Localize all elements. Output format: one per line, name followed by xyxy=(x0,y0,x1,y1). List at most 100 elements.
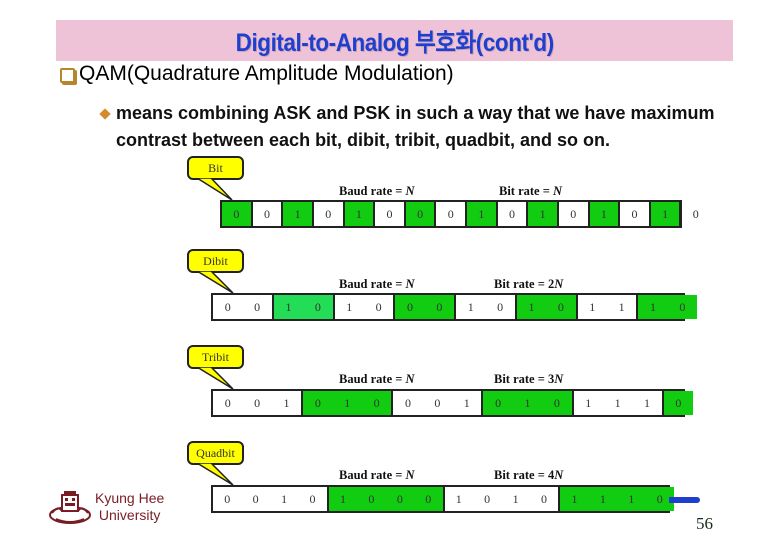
bit-cell: 1 xyxy=(283,395,290,410)
signal-element: 10 xyxy=(273,295,335,319)
bit-rate-text: Bit rate = 4 xyxy=(494,468,555,482)
diamond-bullet-icon xyxy=(99,108,111,120)
signal-element: 1 xyxy=(344,202,376,226)
university-logo-icon xyxy=(49,491,91,524)
bit-cell: 1 xyxy=(628,491,635,506)
callout-pointer xyxy=(195,367,234,390)
baud-rate-variable: N xyxy=(405,372,415,386)
signal-element: 0 xyxy=(405,202,437,226)
signal-element: 0 xyxy=(222,202,253,226)
baud-rate-variable: N xyxy=(405,468,415,482)
signal-element: 0 xyxy=(375,202,406,226)
signal-element: 10 xyxy=(335,295,396,319)
signal-element: 0 xyxy=(663,391,693,415)
bit-cell: 1 xyxy=(662,206,669,221)
bit-cell: 1 xyxy=(649,299,656,314)
baud-rate-variable: N xyxy=(405,277,415,291)
callout-pointer xyxy=(195,178,233,201)
bullet-text: means combining ASK and PSK in such a wa… xyxy=(116,103,715,150)
bit-cell: 0 xyxy=(484,491,491,506)
bit-cell: 0 xyxy=(404,395,411,410)
bit-rate-variable: N xyxy=(554,468,564,482)
callout-quadbit: Quadbit xyxy=(187,441,244,465)
signal-element: 1 1 1 xyxy=(574,391,664,415)
bit-cell: 0 xyxy=(436,299,443,314)
bit-cell: 0 xyxy=(557,299,564,314)
bit-rate-text: Bit rate = 2 xyxy=(494,277,555,291)
callout-tribit: Tribit xyxy=(187,345,244,369)
bit-cell: 1 xyxy=(643,395,650,410)
signal-element: 10 xyxy=(638,295,697,319)
bit-cell: 0 xyxy=(508,206,515,221)
signal-element: 0 0 1 0 xyxy=(213,487,329,511)
bit-cell: 0 xyxy=(224,299,231,314)
bit-cell: 1 xyxy=(281,491,288,506)
bit-cell: 1 xyxy=(512,491,519,506)
baud-rate-label: Baud rate = N xyxy=(339,277,415,292)
bit-cell: 0 xyxy=(252,491,259,506)
bit-cell: 0 xyxy=(631,206,638,221)
baud-rate-label: Baud rate = N xyxy=(339,372,415,387)
bit-rate-text: Bit rate = 3 xyxy=(494,372,555,386)
bit-cell: 1 xyxy=(571,491,578,506)
bit-cell: 0 xyxy=(570,206,577,221)
bit-cell: 0 xyxy=(679,299,686,314)
signal-element: 1 0 1 0 xyxy=(445,487,561,511)
bit-cell: 0 xyxy=(553,395,560,410)
title-bar: Digital-to-Analog 부호화(cont'd) xyxy=(56,20,733,61)
university-line2: University xyxy=(98,507,161,523)
bit-cell: 0 xyxy=(263,206,270,221)
bit-cell: 0 xyxy=(386,206,393,221)
signal-element: 0 xyxy=(314,202,345,226)
bit-cell: 1 xyxy=(524,395,531,410)
bit-cell: 0 xyxy=(309,491,316,506)
bit-cell: 0 xyxy=(224,491,231,506)
callout-bit: Bit xyxy=(187,156,244,180)
signal-element: 0 1 0 xyxy=(483,391,574,415)
signal-element: 1 xyxy=(589,202,621,226)
slide-title: Digital-to-Analog 부호화(cont'd) xyxy=(235,28,554,57)
baud-rate-label: Baud rate = N xyxy=(339,184,415,199)
bit-cell: 0 xyxy=(497,299,504,314)
signal-element: 0 0 1 xyxy=(213,391,304,415)
tribit-row: 0 0 1 0 1 0 0 0 1 0 1 0 1 1 1 0 xyxy=(211,389,693,417)
bit-cell: 0 xyxy=(434,395,441,410)
baud-rate-text: Baud rate = xyxy=(339,277,406,291)
signal-element: 0 xyxy=(559,202,590,226)
signal-element: 10 xyxy=(516,295,578,319)
signal-element: 0 xyxy=(620,202,651,226)
signal-element: 0 xyxy=(498,202,529,226)
bit-cell: 0 xyxy=(373,395,380,410)
bit-cell: 1 xyxy=(528,299,535,314)
section-heading: QAM(Quadrature Amplitude Modulation) xyxy=(79,62,454,85)
bit-cell: 0 xyxy=(692,206,699,221)
bit-cell: 1 xyxy=(618,299,625,314)
signal-element: 0 xyxy=(253,202,284,226)
signal-element: 0 xyxy=(681,202,710,226)
bit-cell: 0 xyxy=(375,299,382,314)
bit-cell: 1 xyxy=(585,395,592,410)
signal-element: 1 xyxy=(283,202,314,226)
signal-element: 1 0 0 0 xyxy=(328,487,445,511)
baud-rate-variable: N xyxy=(405,184,415,198)
baud-rate-text: Baud rate = xyxy=(339,468,406,482)
callout-pointer xyxy=(195,271,234,294)
signal-element: 1110 xyxy=(560,487,674,511)
bit-cell: 1 xyxy=(455,491,462,506)
bit-cell: 0 xyxy=(368,491,375,506)
bit-cell: 0 xyxy=(254,299,261,314)
bit-cell: 1 xyxy=(614,395,621,410)
bit-cell: 1 xyxy=(600,206,607,221)
bit-cell: 0 xyxy=(447,206,454,221)
university-name: Kyung Hee University xyxy=(95,490,164,524)
baud-rate-label: Baud rate = N xyxy=(339,468,415,483)
connector-line xyxy=(669,497,700,503)
baud-rate-text: Baud rate = xyxy=(339,184,406,198)
bit-rate-variable: N xyxy=(554,277,564,291)
bit-cell: 0 xyxy=(495,395,502,410)
bit-cell: 0 xyxy=(396,491,403,506)
bit-cell: 1 xyxy=(467,299,474,314)
signal-element: 11 xyxy=(578,295,639,319)
signal-element: 0 xyxy=(436,202,467,226)
baud-rate-text: Baud rate = xyxy=(339,372,406,386)
